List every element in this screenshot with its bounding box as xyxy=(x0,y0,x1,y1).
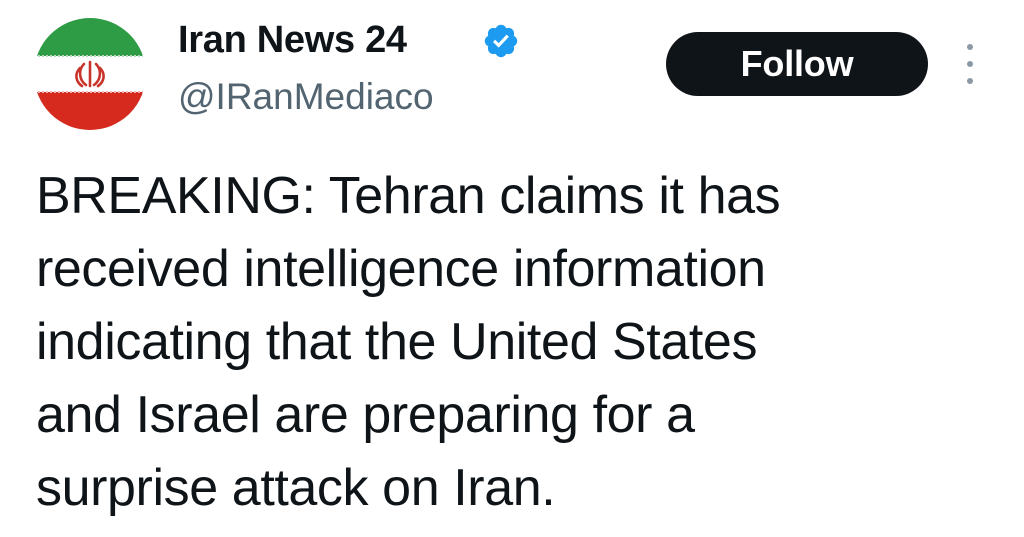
author-display-name[interactable]: Iran News 24 xyxy=(178,14,407,66)
iran-flag-avatar xyxy=(34,18,146,130)
more-dot xyxy=(967,78,973,84)
more-dot xyxy=(967,61,973,67)
tweet-text-line: received intelligence information xyxy=(36,240,766,298)
tweet-text-line: and Israel are preparing for a xyxy=(36,386,695,444)
tweet-text-line: BREAKING: Tehran claims it has xyxy=(36,167,781,225)
tweet-text: BREAKING: Tehran claims it has received … xyxy=(36,160,996,525)
tweet-text-line: indicating that the United States xyxy=(36,313,758,371)
follow-button[interactable]: Follow xyxy=(666,32,928,96)
more-dot xyxy=(967,44,973,50)
more-vertical-icon[interactable] xyxy=(956,44,984,84)
tweet-card: Iran News 24 @IRanMediaco Follow BREAKIN… xyxy=(0,0,1024,537)
avatar[interactable] xyxy=(34,18,146,130)
author-handle[interactable]: @IRanMediaco xyxy=(178,72,434,122)
tweet-text-line: surprise attack on Iran. xyxy=(36,459,556,517)
verified-badge-icon xyxy=(484,24,518,58)
